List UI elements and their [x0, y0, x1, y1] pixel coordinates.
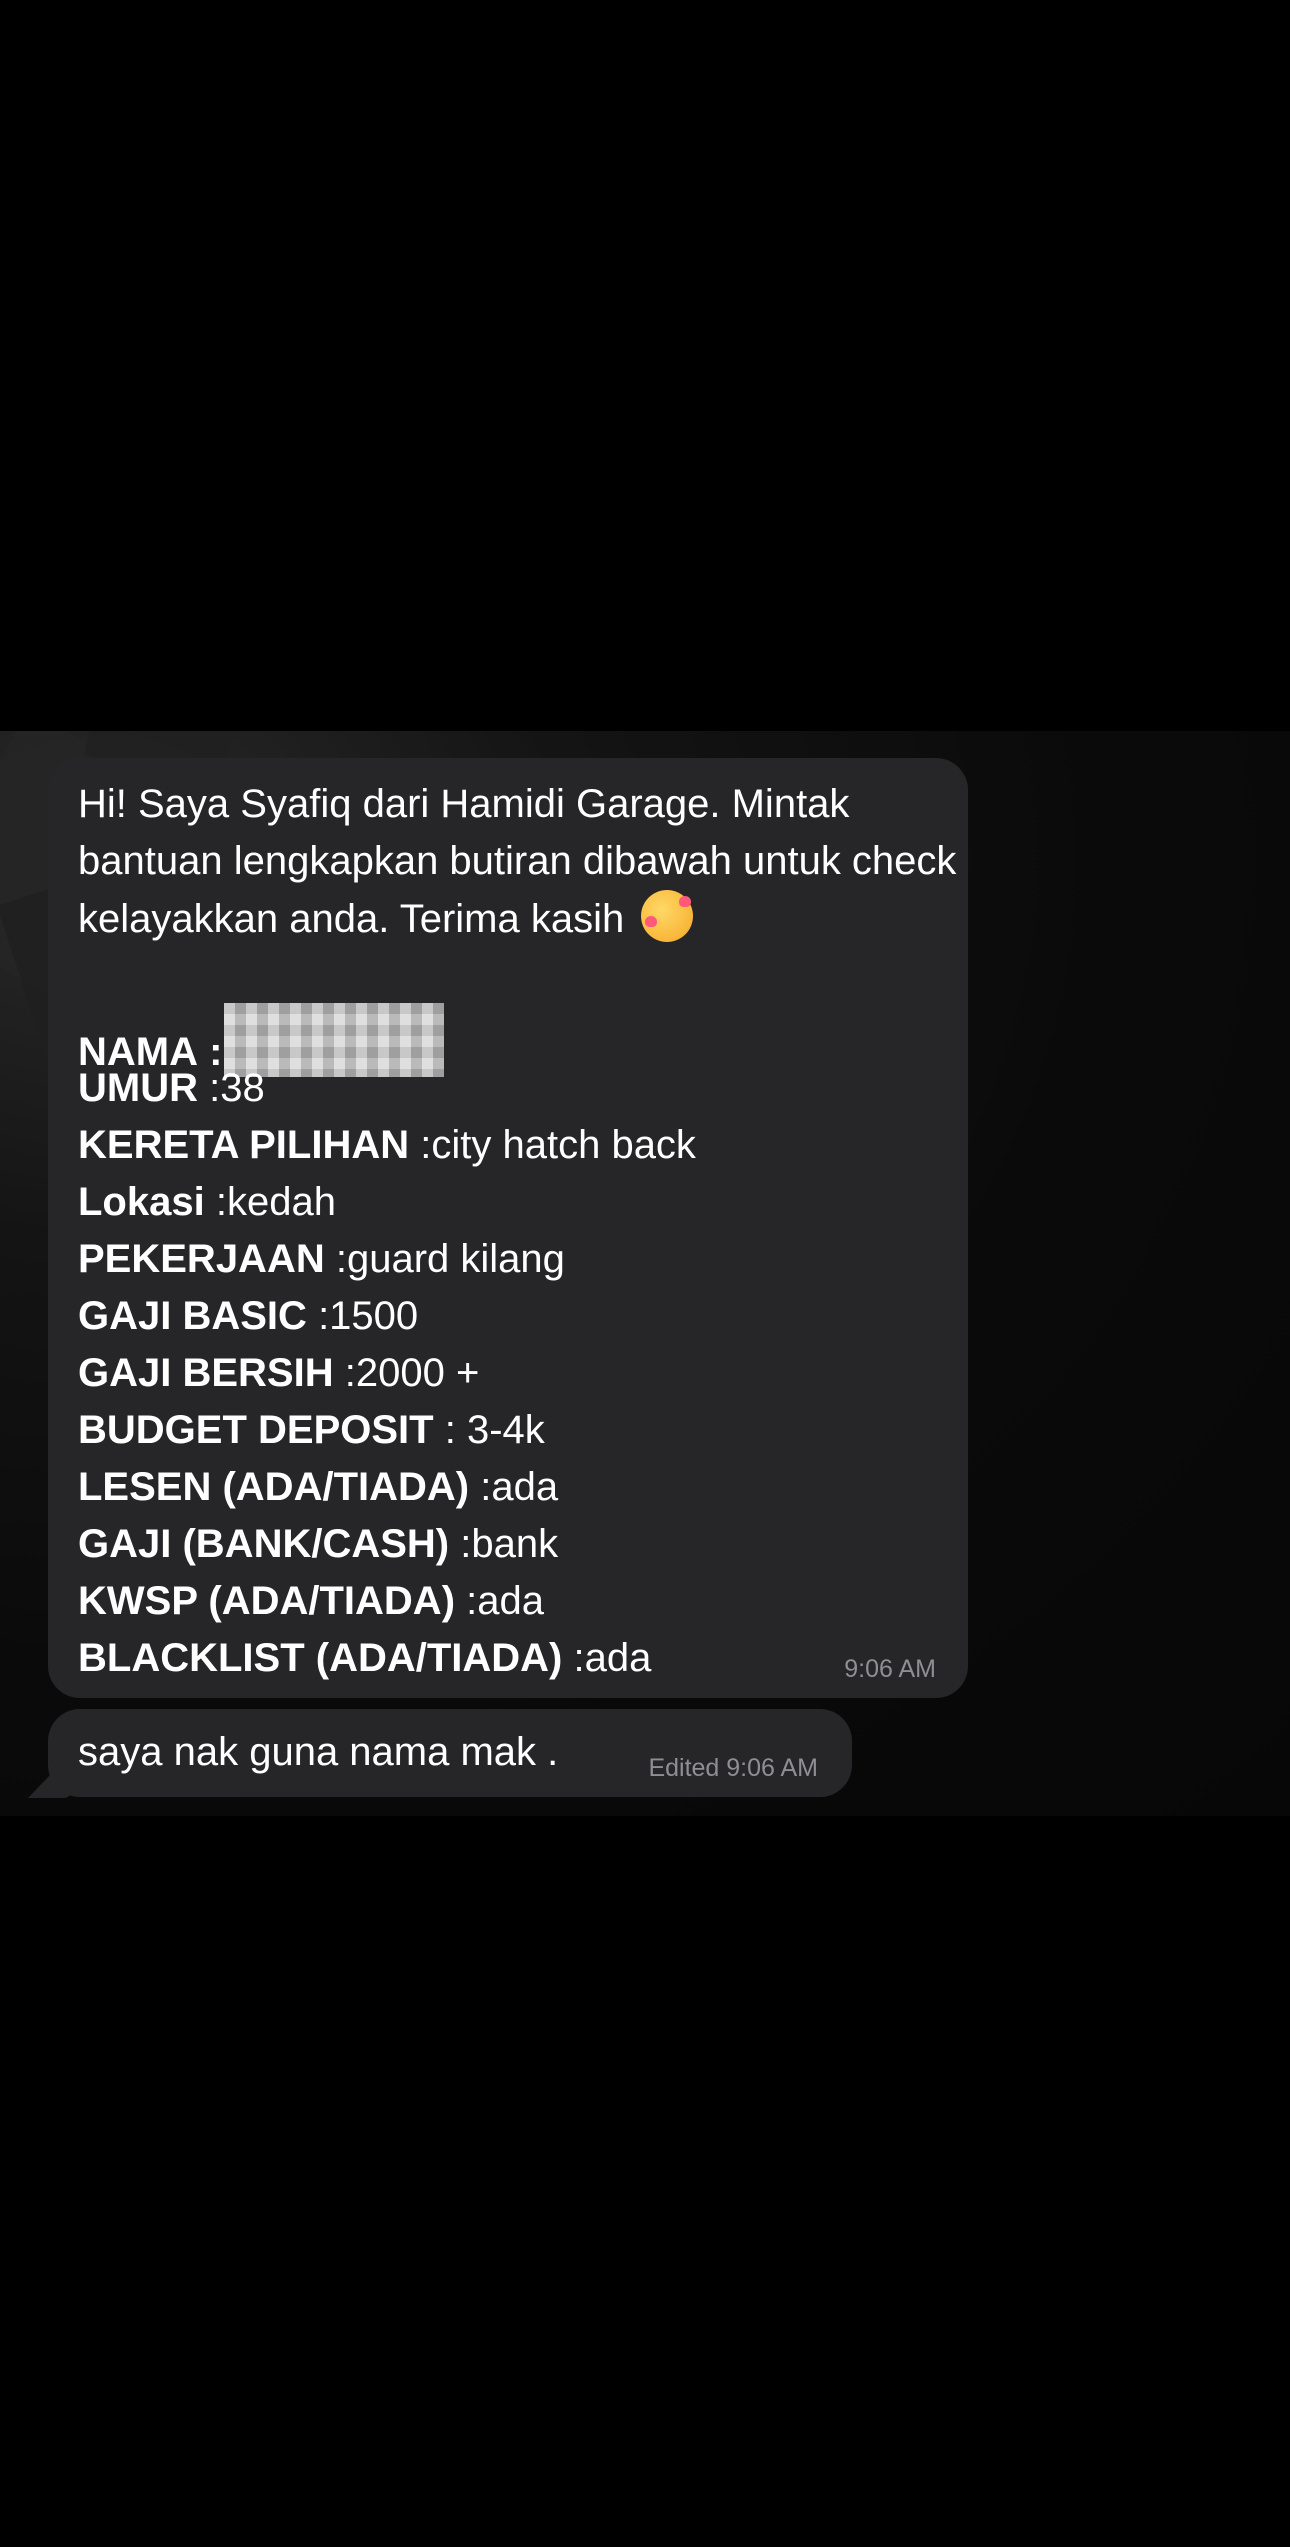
form-fields: NAMA : UMUR :38 KERETA PILIHAN :city hat…: [78, 1003, 958, 1687]
field-value: :ada: [573, 1636, 652, 1680]
field-value: :kedah: [215, 1180, 336, 1224]
field-blacklist: BLACKLIST (ADA/TIADA) :ada: [78, 1630, 958, 1687]
message-intro-text: Hi! Saya Syafiq dari Hamidi Garage. Mint…: [78, 782, 957, 941]
field-value: : 3-4k: [444, 1408, 545, 1452]
smiling-face-with-hearts-icon: [641, 890, 694, 942]
field-nama: NAMA :: [78, 1003, 958, 1077]
reply-message-text: saya nak guna nama mak .: [78, 1730, 559, 1774]
field-value: :city hatch back: [420, 1123, 696, 1167]
field-label: KERETA PILIHAN: [78, 1123, 410, 1167]
field-label: PEKERJAAN: [78, 1237, 325, 1281]
field-value: :38: [209, 1066, 265, 1110]
field-label: GAJI BERSIH: [78, 1351, 334, 1395]
field-value: :1500: [318, 1294, 419, 1338]
field-value: :bank: [460, 1522, 559, 1566]
field-value: :ada: [466, 1579, 544, 1623]
field-budget-deposit: BUDGET DEPOSIT : 3-4k: [78, 1402, 958, 1459]
field-label: BUDGET DEPOSIT: [78, 1408, 434, 1452]
field-label: UMUR: [78, 1066, 198, 1110]
field-label: KWSP (ADA/TIADA): [78, 1579, 456, 1623]
field-gaji-bank-cash: GAJI (BANK/CASH) :bank: [78, 1516, 958, 1573]
field-label: GAJI BASIC: [78, 1294, 307, 1338]
field-value: :ada: [480, 1465, 559, 1509]
field-kwsp: KWSP (ADA/TIADA) :ada: [78, 1573, 958, 1630]
field-lokasi: Lokasi :kedah: [78, 1174, 958, 1231]
message-timestamp: 9:06 AM: [844, 1655, 936, 1683]
field-kereta-pilihan: KERETA PILIHAN :city hatch back: [78, 1117, 958, 1174]
field-label: Lokasi: [78, 1180, 205, 1224]
field-value: :guard kilang: [335, 1237, 565, 1281]
field-lesen: LESEN (ADA/TIADA) :ada: [78, 1459, 958, 1516]
field-gaji-bersih: GAJI BERSIH :2000 +: [78, 1345, 958, 1402]
field-pekerjaan: PEKERJAAN :guard kilang: [78, 1231, 958, 1288]
field-label: BLACKLIST (ADA/TIADA): [78, 1636, 563, 1680]
field-label: LESEN (ADA/TIADA): [78, 1465, 470, 1509]
field-label: GAJI (BANK/CASH): [78, 1522, 450, 1566]
field-umur: UMUR :38: [78, 1060, 958, 1117]
message-intro: Hi! Saya Syafiq dari Hamidi Garage. Mint…: [78, 776, 958, 948]
field-gaji-basic: GAJI BASIC :1500: [78, 1288, 958, 1345]
field-value: :2000 +: [344, 1351, 480, 1395]
reply-edited-timestamp: Edited 9:06 AM: [648, 1754, 818, 1782]
reply-message-bubble[interactable]: saya nak guna nama mak . Edited 9:06 AM: [48, 1709, 852, 1797]
incoming-message-bubble[interactable]: Hi! Saya Syafiq dari Hamidi Garage. Mint…: [48, 758, 968, 1698]
